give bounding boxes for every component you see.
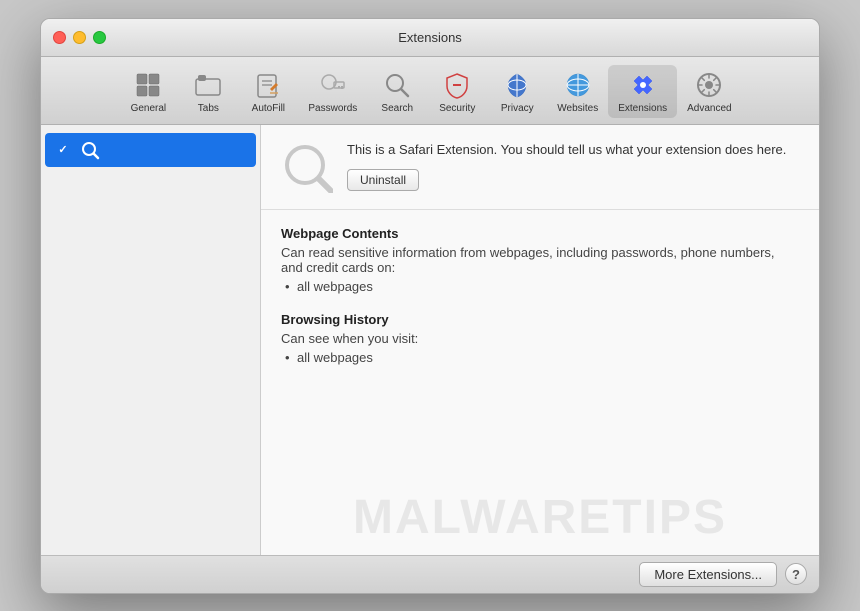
- detail-panel: MALWARETIPS This is a Safari Extension. …: [261, 125, 819, 555]
- window-title: Extensions: [398, 30, 462, 45]
- watermark: MALWARETIPS: [261, 490, 819, 545]
- passwords-label: Passwords: [308, 103, 357, 114]
- search-label: Search: [381, 103, 413, 114]
- permission-desc-history: Can see when you visit:: [281, 331, 799, 346]
- websites-icon: [562, 69, 594, 101]
- extension-description: This is a Safari Extension. You should t…: [347, 141, 799, 159]
- extensions-label: Extensions: [618, 103, 667, 114]
- general-icon: [132, 69, 164, 101]
- tab-passwords[interactable]: Passwords: [298, 65, 367, 118]
- websites-label: Websites: [557, 103, 598, 114]
- sidebar-item-search-extension[interactable]: [45, 133, 256, 167]
- maximize-button[interactable]: [93, 31, 106, 44]
- permission-item: all webpages: [297, 279, 799, 294]
- extension-icon-large: [281, 141, 333, 193]
- extensions-icon: [627, 69, 659, 101]
- tab-advanced[interactable]: Advanced: [677, 65, 741, 118]
- help-button[interactable]: ?: [785, 563, 807, 585]
- permission-desc-webpage: Can read sensitive information from webp…: [281, 245, 799, 275]
- tabs-icon: [192, 69, 224, 101]
- advanced-icon: [693, 69, 725, 101]
- safari-preferences-window: Extensions General: [40, 18, 820, 594]
- autofill-icon: [252, 69, 284, 101]
- uninstall-button[interactable]: Uninstall: [347, 169, 419, 191]
- passwords-icon: [317, 69, 349, 101]
- general-label: General: [131, 103, 167, 114]
- extension-search-icon: [79, 139, 101, 161]
- privacy-label: Privacy: [501, 103, 534, 114]
- extension-checkbox[interactable]: [55, 142, 71, 158]
- tab-general[interactable]: General: [118, 65, 178, 118]
- toolbar-items: General Tabs: [118, 65, 741, 118]
- tab-extensions[interactable]: Extensions: [608, 65, 677, 118]
- tab-search[interactable]: Search: [367, 65, 427, 118]
- permission-group-browsing-history: Browsing History Can see when you visit:…: [281, 312, 799, 365]
- permission-list-webpage: all webpages: [281, 279, 799, 294]
- tab-tabs[interactable]: Tabs: [178, 65, 238, 118]
- search-icon-toolbar: [381, 69, 413, 101]
- tab-websites[interactable]: Websites: [547, 65, 608, 118]
- permission-title-webpage: Webpage Contents: [281, 226, 799, 241]
- permission-title-history: Browsing History: [281, 312, 799, 327]
- close-button[interactable]: [53, 31, 66, 44]
- titlebar: Extensions: [41, 19, 819, 57]
- advanced-label: Advanced: [687, 103, 731, 114]
- extension-info: This is a Safari Extension. You should t…: [347, 141, 799, 191]
- tab-privacy[interactable]: Privacy: [487, 65, 547, 118]
- tab-security[interactable]: Security: [427, 65, 487, 118]
- extension-header: This is a Safari Extension. You should t…: [261, 125, 819, 210]
- traffic-lights: [53, 31, 106, 44]
- main-content: MALWARETIPS This is a Safari Extension. …: [41, 125, 819, 555]
- toolbar: General Tabs: [41, 57, 819, 125]
- permission-list-history: all webpages: [281, 350, 799, 365]
- permission-item: all webpages: [297, 350, 799, 365]
- tab-autofill[interactable]: AutoFill: [238, 65, 298, 118]
- privacy-icon: [501, 69, 533, 101]
- more-extensions-button[interactable]: More Extensions...: [639, 562, 777, 587]
- bottom-bar: More Extensions... ?: [41, 555, 819, 593]
- tabs-label: Tabs: [198, 103, 219, 114]
- security-label: Security: [439, 103, 475, 114]
- security-icon: [441, 69, 473, 101]
- autofill-label: AutoFill: [252, 103, 285, 114]
- permissions-section: Webpage Contents Can read sensitive info…: [261, 210, 819, 399]
- sidebar: [41, 125, 261, 555]
- permission-group-webpage-contents: Webpage Contents Can read sensitive info…: [281, 226, 799, 294]
- minimize-button[interactable]: [73, 31, 86, 44]
